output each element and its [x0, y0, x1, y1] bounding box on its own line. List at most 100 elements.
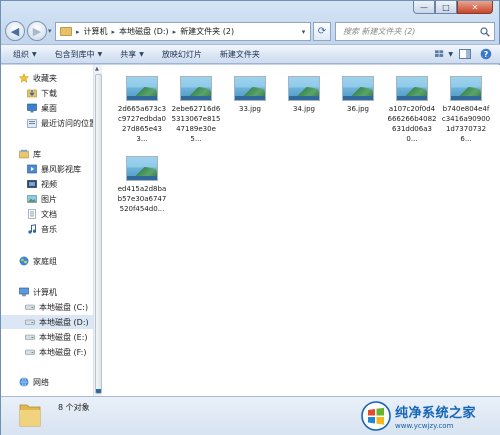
file-item[interactable]: 34.jpg	[279, 76, 329, 114]
maximize-button[interactable]: □	[435, 1, 457, 14]
file-item[interactable]: 33.jpg	[225, 76, 275, 114]
search-placeholder: 搜索 新建文件夹 (2)	[343, 27, 416, 36]
sidebar-header-favorites[interactable]: 收藏夹	[1, 71, 93, 85]
sidebar-item-desktop[interactable]: 桌面	[1, 101, 93, 115]
sidebar-item-pictures[interactable]: 图片	[1, 192, 93, 206]
sidebar-item-label: 本地磁盘 (E:)	[39, 332, 88, 342]
breadcrumb-drive-d[interactable]: 本地磁盘 (D:)	[119, 26, 169, 37]
sidebar-header-label: 家庭组	[33, 256, 57, 266]
sidebar-header-label: 收藏夹	[33, 73, 57, 83]
breadcrumb-current-folder[interactable]: 新建文件夹 (2)	[180, 26, 234, 37]
sidebar-item-documents[interactable]: 文档	[1, 207, 93, 221]
image-file-icon	[126, 76, 158, 101]
image-file-icon	[342, 76, 374, 101]
file-name: 2d665a673c3c9727edbda027d865e433...	[117, 105, 167, 143]
scrollbar-thumb[interactable]	[95, 74, 102, 394]
new-folder-button[interactable]: 新建文件夹	[220, 49, 260, 60]
file-name: a107c20f0d4666266b4082631dd06a30...	[387, 105, 437, 143]
include-in-library-menu[interactable]: 包含到库中 ▼	[55, 49, 103, 60]
hard-drive-icon	[25, 304, 35, 310]
file-name: b740e804e4fc3416a909001d73707326...	[441, 105, 491, 143]
sidebar-header-network[interactable]: 网络	[1, 375, 93, 389]
sidebar-item-label: 音乐	[41, 224, 57, 234]
organize-menu[interactable]: 组织 ▼	[13, 49, 37, 60]
watermark-url: www.ycwjzy.com	[395, 422, 454, 430]
sidebar-item-label: 最近访问的位置	[41, 118, 93, 128]
sidebar-item-label: 本地磁盘 (D:)	[39, 317, 89, 327]
share-menu[interactable]: 共享 ▼	[120, 49, 144, 60]
navigation-scrollbar[interactable]: ▲	[93, 65, 102, 396]
hard-drive-icon	[25, 319, 35, 325]
documents-library-icon	[28, 209, 36, 219]
watermark-title: 纯净系统之家	[395, 406, 477, 421]
sidebar-header-libraries[interactable]: 库	[1, 147, 93, 161]
breadcrumb-computer[interactable]: 计算机	[84, 26, 108, 37]
file-item[interactable]: 2ebe62716d65313067e81547189e30e5...	[171, 76, 221, 144]
sidebar-item-baofeng-library[interactable]: 暴风影视库	[1, 162, 93, 176]
forward-button[interactable]: ▶	[27, 21, 47, 41]
minimize-button[interactable]: —	[413, 1, 435, 14]
address-bar[interactable]: ▸ 计算机 ▸ 本地磁盘 (D:) ▸ 新建文件夹 (2) ▾	[55, 22, 311, 41]
windows-logo-icon	[361, 401, 391, 431]
file-name: 33.jpg	[239, 105, 261, 113]
search-input[interactable]: 搜索 新建文件夹 (2)	[335, 22, 495, 41]
sidebar-item-drive-d[interactable]: 本地磁盘 (D:)	[1, 315, 93, 329]
window-controls: — □ ✕	[413, 1, 493, 15]
star-icon	[19, 73, 29, 83]
sidebar-item-label: 下载	[41, 88, 57, 98]
sidebar-item-drive-c[interactable]: 本地磁盘 (C:)	[1, 300, 93, 314]
sidebar-item-label: 图片	[41, 194, 57, 204]
sidebar-item-recent-places[interactable]: 最近访问的位置	[1, 116, 93, 130]
breadcrumb-separator[interactable]: ▸	[108, 28, 120, 36]
network-icon	[19, 377, 29, 387]
file-item[interactable]: b740e804e4fc3416a909001d73707326...	[441, 76, 491, 144]
preview-pane-button[interactable]	[456, 47, 474, 61]
navigation-pane: 收藏夹 下载 桌面 最近访问的位置 库 暴风影视库 视频 图片 文档 音乐 家庭…	[1, 65, 93, 396]
file-item[interactable]: 36.jpg	[333, 76, 383, 114]
file-name: 2ebe62716d65313067e81547189e30e5...	[171, 105, 221, 143]
recent-places-icon	[27, 119, 37, 128]
item-count: 8 个对象	[58, 403, 90, 412]
back-button[interactable]: ◀	[5, 21, 25, 41]
close-button[interactable]: ✕	[457, 1, 493, 14]
address-row: ◀ ▶ ▾ ▸ 计算机 ▸ 本地磁盘 (D:) ▸ 新建文件夹 (2) ▾ ⟳ …	[1, 19, 500, 43]
music-library-icon	[28, 224, 37, 234]
breadcrumb-separator[interactable]: ▸	[72, 28, 84, 36]
slideshow-button[interactable]: 放映幻灯片	[162, 49, 202, 60]
folder-icon	[19, 404, 41, 427]
sidebar-item-music[interactable]: 音乐	[1, 222, 93, 236]
refresh-button[interactable]: ⟳	[313, 22, 331, 41]
sidebar-item-drive-e[interactable]: 本地磁盘 (E:)	[1, 330, 93, 344]
recent-pages-dropdown[interactable]: ▾	[48, 27, 52, 35]
video-library-icon	[27, 180, 37, 188]
sidebar-item-downloads[interactable]: 下载	[1, 86, 93, 100]
sidebar-header-computer[interactable]: 计算机	[1, 285, 93, 299]
svg-text:?: ?	[484, 50, 489, 59]
forward-arrow-icon: ▶	[32, 24, 42, 38]
image-file-icon	[180, 76, 212, 101]
sidebar-item-label: 视频	[41, 179, 57, 189]
sidebar-item-videos[interactable]: 视频	[1, 177, 93, 191]
address-dropdown[interactable]: ▾	[297, 23, 310, 40]
sidebar-header-label: 网络	[33, 377, 49, 387]
scroll-up-arrow-icon[interactable]: ▲	[95, 66, 99, 72]
share-label: 共享	[120, 49, 137, 59]
breadcrumb-separator[interactable]: ▸	[169, 28, 181, 36]
chevron-down-icon: ▼	[97, 50, 103, 58]
back-arrow-icon: ◀	[10, 24, 20, 38]
file-item[interactable]: ed415a2d8bab57e30a6747520f454d0...	[117, 156, 167, 214]
folder-icon	[60, 27, 72, 36]
help-button[interactable]: ?	[477, 47, 495, 61]
search-icon[interactable]	[480, 27, 490, 37]
sidebar-item-drive-f[interactable]: 本地磁盘 (F:)	[1, 345, 93, 359]
organize-label: 组织	[13, 49, 29, 59]
image-file-icon	[126, 156, 158, 181]
sidebar-header-homegroup[interactable]: 家庭组	[1, 254, 93, 268]
file-name: 34.jpg	[293, 105, 315, 113]
download-folder-icon	[27, 89, 37, 98]
change-view-button[interactable]: ▼	[435, 47, 453, 61]
image-file-icon	[396, 76, 428, 101]
file-item[interactable]: a107c20f0d4666266b4082631dd06a30...	[387, 76, 437, 144]
slideshow-label: 放映幻灯片	[161, 49, 202, 59]
file-item[interactable]: 2d665a673c3c9727edbda027d865e433...	[117, 76, 167, 144]
